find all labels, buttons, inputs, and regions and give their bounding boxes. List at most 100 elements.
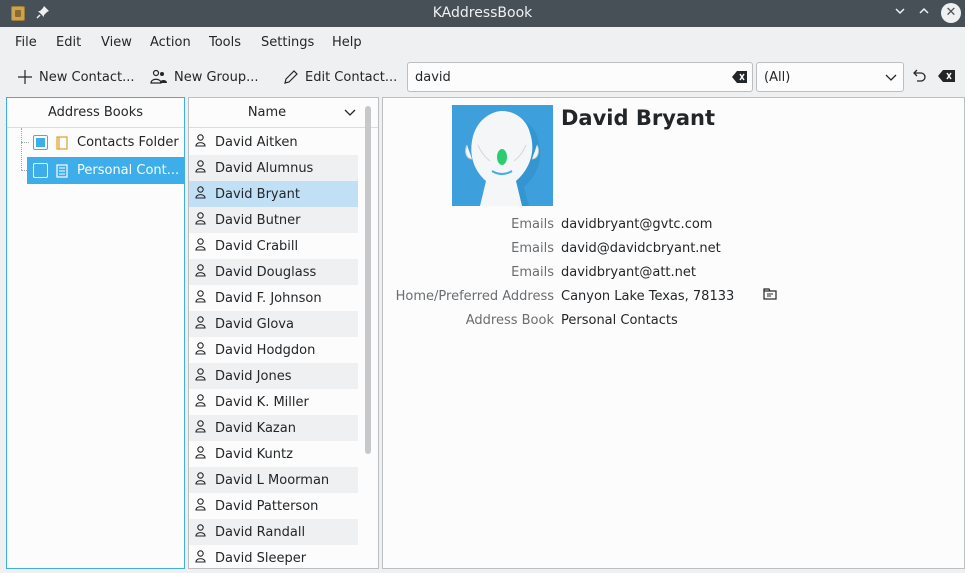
personal-contacts-label: Personal Cont... (77, 163, 180, 178)
person-icon (195, 419, 206, 437)
contact-list-item[interactable]: David Crabill (189, 233, 358, 259)
menu-bar: File Edit View Action Tools Settings Hel… (0, 27, 965, 59)
contact-list-panel: Name David Aitken David Alumnus David Brya… (188, 97, 379, 569)
edit-contact-label: Edit Contact... (305, 69, 398, 85)
window-title: KAddressBook (432, 5, 533, 21)
map-icon[interactable] (763, 288, 777, 304)
menu-file[interactable]: File (15, 35, 37, 50)
personal-contacts-checkbox[interactable] (33, 163, 48, 178)
menu-action[interactable]: Action (150, 35, 191, 50)
menu-help[interactable]: Help (332, 35, 362, 50)
new-contact-button[interactable]: New Contact... (17, 65, 134, 89)
person-icon (195, 237, 206, 255)
field-label-address-book: Address Book (465, 313, 554, 328)
contact-list-item-name: David K. Miller (215, 394, 309, 410)
person-icon (195, 367, 206, 385)
address-book-personal-contacts[interactable]: Personal Cont... (27, 157, 184, 184)
contact-list-item[interactable]: David F. Johnson (189, 285, 358, 311)
email-link[interactable]: davidbryant@gvtc.com (561, 217, 712, 232)
address-book-icon (56, 163, 68, 178)
person-icon (195, 523, 206, 541)
contact-list-item-name: David F. Johnson (215, 290, 322, 306)
contact-detail-panel: David Bryant Emails davidbryant@gvtc.com… (382, 97, 965, 569)
menu-tools[interactable]: Tools (209, 35, 241, 50)
contact-list-item[interactable]: David Patterson (189, 493, 358, 519)
filter-select[interactable]: (All) (756, 62, 904, 92)
search-input-value: david (415, 70, 451, 85)
clear-filter-icon[interactable] (938, 69, 956, 87)
menu-view[interactable]: View (101, 35, 132, 50)
contact-list-item-name: David Hodgdon (215, 342, 316, 358)
contact-list-item[interactable]: David Aitken (189, 129, 358, 155)
contact-list-item-name: David Butner (215, 212, 301, 228)
address-book-contacts-folder[interactable]: Contacts Folder (27, 129, 184, 156)
person-icon (195, 315, 206, 333)
address-books-panel: Address Books Contacts Folder Personal C… (6, 97, 185, 569)
contact-list-item-name: David Crabill (215, 238, 299, 254)
address-books-header[interactable]: Address Books (7, 98, 184, 128)
contacts-folder-checkbox[interactable] (33, 135, 48, 150)
plus-icon (18, 70, 32, 84)
field-label-address: Home/Preferred Address (395, 289, 554, 304)
edit-contact-button[interactable]: Edit Contact... (283, 65, 397, 89)
contact-list-item[interactable]: David Kazan (189, 415, 358, 441)
sort-chevron-icon (344, 107, 356, 122)
person-icon (195, 393, 206, 411)
person-icon (195, 471, 206, 489)
email-link[interactable]: davidbryant@att.net (561, 265, 696, 280)
contact-list-item-name: David Randall (215, 524, 306, 540)
contact-list-item[interactable]: David Douglass (189, 259, 358, 285)
contact-list-item[interactable]: David K. Miller (189, 389, 358, 415)
folder-icon (56, 135, 68, 150)
contacts-folder-label: Contacts Folder (77, 135, 179, 150)
menu-edit[interactable]: Edit (56, 35, 81, 50)
field-label-emails: Emails (511, 217, 554, 232)
field-label-emails: Emails (511, 265, 554, 280)
person-icon (195, 497, 206, 515)
person-icon (195, 445, 206, 463)
email-link[interactable]: david@davidcbryant.net (561, 241, 721, 256)
field-label-emails: Emails (511, 241, 554, 256)
contact-list-item[interactable]: David Butner (189, 207, 358, 233)
contact-list-item[interactable]: David Jones (189, 363, 358, 389)
contact-list-item[interactable]: David Kuntz (189, 441, 358, 467)
undo-icon[interactable] (911, 69, 927, 89)
person-icon (195, 159, 206, 177)
contact-list-item[interactable]: David Glova (189, 311, 358, 337)
search-input[interactable]: david (407, 62, 753, 92)
person-icon (195, 211, 206, 229)
close-button[interactable]: ✕ (941, 3, 961, 23)
contact-list-item[interactable]: David Bryant (189, 181, 358, 207)
contact-name-heading: David Bryant (561, 106, 716, 130)
contact-list-item-name: David Aitken (215, 134, 298, 150)
contact-list-scrollbar[interactable] (365, 106, 371, 454)
menu-settings[interactable]: Settings (261, 35, 314, 50)
contact-list-item[interactable]: David L Moorman (189, 467, 358, 493)
address-book-value: Personal Contacts (561, 313, 678, 328)
name-column-header[interactable]: Name (189, 98, 378, 128)
contact-list-item[interactable]: David Alumnus (189, 155, 358, 181)
contact-list-item-name: David Alumnus (215, 160, 314, 176)
contact-photo (452, 105, 553, 206)
person-icon (195, 549, 206, 567)
clear-search-icon[interactable] (732, 70, 748, 88)
contact-list-item[interactable]: David Hodgdon (189, 337, 358, 363)
contact-list-item-name: David Patterson (215, 498, 319, 514)
maximize-button[interactable] (915, 4, 933, 22)
group-icon (150, 69, 167, 84)
contact-list-item[interactable]: David Randall (189, 519, 358, 545)
title-bar: KAddressBook ✕ (0, 0, 965, 27)
person-icon (195, 133, 206, 151)
person-icon (195, 341, 206, 359)
minimize-button[interactable] (891, 4, 909, 22)
contact-list-item-name: David Jones (215, 368, 292, 384)
address-value: Canyon Lake Texas, 78133 (561, 289, 735, 304)
chevron-down-icon (885, 71, 897, 87)
contact-list-item[interactable]: David Sleeper (189, 545, 358, 571)
contact-list-item-name: David Douglass (215, 264, 317, 280)
contact-list-item-name: David L Moorman (215, 472, 330, 488)
contact-list-item-name: David Sleeper (215, 550, 307, 566)
tree-line (21, 128, 22, 170)
new-group-label: New Group... (174, 69, 259, 85)
new-group-button[interactable]: New Group... (150, 65, 258, 89)
